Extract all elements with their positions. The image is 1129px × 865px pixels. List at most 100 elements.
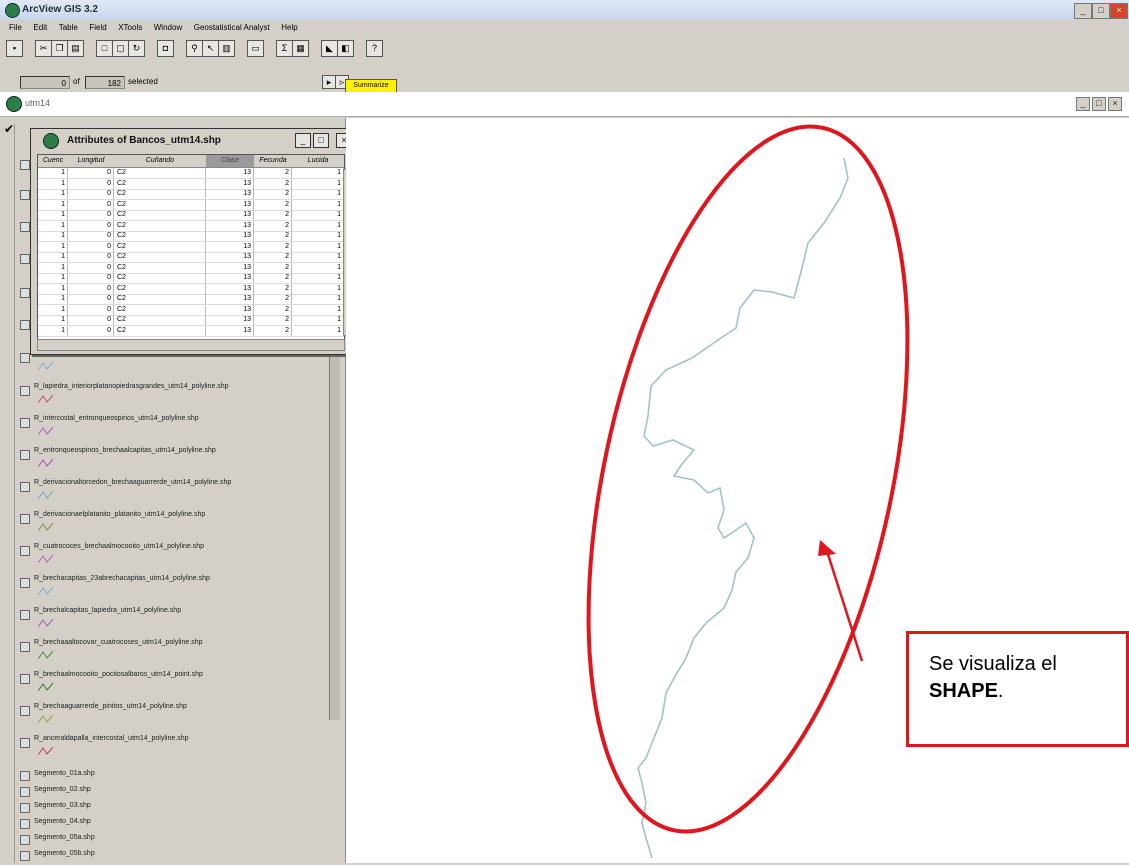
table-cell[interactable]: 13: [206, 273, 254, 283]
layer-checkbox[interactable]: [20, 450, 30, 460]
column-header[interactable]: Cuñando: [114, 155, 207, 168]
table-cell[interactable]: C2: [114, 283, 206, 294]
table-cell[interactable]: 2: [254, 273, 292, 283]
legend-item[interactable]: R_intercostal_entronqueospinos_utm14_pol…: [20, 415, 340, 445]
menu-xtools[interactable]: XTools: [118, 23, 142, 32]
table-cell[interactable]: C2: [114, 189, 206, 199]
table-cell[interactable]: C2: [114, 231, 206, 241]
table-cell[interactable]: 1: [292, 283, 344, 294]
table-cell[interactable]: 2: [254, 168, 292, 178]
table-cell[interactable]: 13: [206, 252, 254, 262]
table-cell[interactable]: 13: [206, 220, 254, 231]
layer-checkbox[interactable]: [20, 642, 30, 652]
column-header[interactable]: Cuenc: [38, 155, 69, 168]
legend-item[interactable]: R_cuatrococes_brechaalmocooito_utm14_pol…: [20, 543, 340, 573]
table-cell[interactable]: 13: [206, 283, 254, 294]
layer-checkbox[interactable]: [20, 254, 30, 264]
table-cell[interactable]: 1: [292, 220, 344, 231]
map-view[interactable]: [346, 118, 1129, 863]
attribute-grid[interactable]: Cuenc Longitud Cuñando Clase Fecunda Luc…: [37, 154, 345, 341]
table-cell[interactable]: 0: [68, 294, 114, 304]
close-button[interactable]: ×: [1110, 3, 1128, 19]
table-cell[interactable]: 1: [292, 241, 344, 252]
legend-item[interactable]: R_anceraldapalla_intercostal_utm14_polyl…: [20, 735, 340, 765]
refresh-icon[interactable]: ▥: [218, 40, 235, 57]
layer-checkbox[interactable]: [20, 787, 30, 797]
legend-item[interactable]: R_brechaaguarrerde_pinitos_utm14_polylin…: [20, 703, 340, 733]
table-cell[interactable]: 1: [292, 315, 344, 325]
table-cell[interactable]: 1: [38, 283, 68, 294]
menu-geostatistical-analyst[interactable]: Geostatistical Analyst: [194, 23, 270, 32]
table-cell[interactable]: 1: [38, 294, 68, 304]
table-cell[interactable]: 1: [292, 304, 344, 315]
layer-checkbox[interactable]: [20, 851, 30, 861]
table-cell[interactable]: 13: [206, 315, 254, 325]
table-cell[interactable]: 0: [68, 262, 114, 273]
view-minimize-button[interactable]: _: [1076, 97, 1090, 111]
layer-checkbox[interactable]: [20, 514, 30, 524]
table-maximize-button[interactable]: □: [313, 133, 329, 148]
paste-icon[interactable]: ▤: [67, 40, 84, 57]
table-cell[interactable]: 13: [206, 199, 254, 210]
layer-checkbox[interactable]: [20, 546, 30, 556]
table-cell[interactable]: 2: [254, 241, 292, 252]
table-row[interactable]: 1 0 C2 13 2 1: [38, 178, 344, 190]
table-cell[interactable]: 0: [68, 273, 114, 283]
table-cell[interactable]: 13: [206, 189, 254, 199]
table-cell[interactable]: 0: [68, 168, 114, 178]
edit-table-icon[interactable]: ◣: [321, 40, 338, 57]
legend-item[interactable]: R_lapiedra_interiorplatanopiedrasgrandes…: [20, 383, 340, 413]
view-close-button[interactable]: ×: [1108, 97, 1122, 111]
table-cell[interactable]: 1: [38, 231, 68, 241]
table-row[interactable]: 1 0 C2 13 2 1: [38, 262, 344, 274]
table-cell[interactable]: 2: [254, 178, 292, 189]
table-cell[interactable]: 1: [292, 252, 344, 262]
table-cell[interactable]: C2: [114, 178, 206, 189]
layer-checkbox[interactable]: [20, 418, 30, 428]
table-row[interactable]: 1 0 C2 13 2 1: [38, 273, 344, 284]
table-cell[interactable]: C2: [114, 220, 206, 231]
menu-file[interactable]: File: [9, 23, 22, 32]
promote-icon[interactable]: ◘: [157, 40, 174, 57]
table-cell[interactable]: C2: [114, 325, 206, 336]
table-row[interactable]: 1 0 C2 13 2 1: [38, 241, 344, 253]
query-builder-icon[interactable]: ↖: [202, 40, 219, 57]
table-row[interactable]: 1 0 C2 13 2 1: [38, 210, 344, 221]
maximize-button[interactable]: □: [1092, 3, 1110, 19]
table-cell[interactable]: 1: [292, 199, 344, 210]
table-cell[interactable]: 0: [68, 252, 114, 262]
layer-checkbox[interactable]: [20, 288, 30, 298]
table-cell[interactable]: 13: [206, 262, 254, 273]
table-row[interactable]: 1 0 C2 13 2 1: [38, 252, 344, 263]
table-cell[interactable]: 13: [206, 178, 254, 189]
layer-checkbox[interactable]: [20, 190, 30, 200]
table-cell[interactable]: C2: [114, 262, 206, 273]
table-cell[interactable]: 0: [68, 189, 114, 199]
table-cell[interactable]: 13: [206, 210, 254, 220]
table-cell[interactable]: 1: [38, 199, 68, 210]
table-cell[interactable]: 1: [38, 304, 68, 315]
table-cell[interactable]: 1: [38, 210, 68, 220]
table-cell[interactable]: 0: [68, 241, 114, 252]
help-pointer-icon[interactable]: ?: [366, 40, 383, 57]
find-icon[interactable]: ⚲: [186, 40, 203, 57]
table-cell[interactable]: 1: [292, 168, 344, 178]
menu-window[interactable]: Window: [154, 23, 182, 32]
table-cell[interactable]: 1: [38, 252, 68, 262]
layer-checkbox[interactable]: [20, 320, 30, 330]
pointer-tool-icon[interactable]: ▸: [322, 75, 336, 89]
table-cell[interactable]: 2: [254, 189, 292, 199]
table-cell[interactable]: 0: [68, 199, 114, 210]
table-cell[interactable]: 2: [254, 252, 292, 262]
table-cell[interactable]: 0: [68, 178, 114, 189]
table-cell[interactable]: 2: [254, 220, 292, 231]
table-cell[interactable]: 0: [68, 210, 114, 220]
save-icon[interactable]: ▪: [6, 40, 23, 57]
table-row[interactable]: 1 0 C2 13 2 1: [38, 283, 344, 295]
column-header[interactable]: Longitud: [68, 155, 115, 168]
table-cell[interactable]: 1: [38, 325, 68, 336]
layer-checkbox[interactable]: [20, 803, 30, 813]
switch-selection-icon[interactable]: ↻: [128, 40, 145, 57]
table-cell[interactable]: 0: [68, 231, 114, 241]
layer-checkbox[interactable]: [20, 706, 30, 716]
